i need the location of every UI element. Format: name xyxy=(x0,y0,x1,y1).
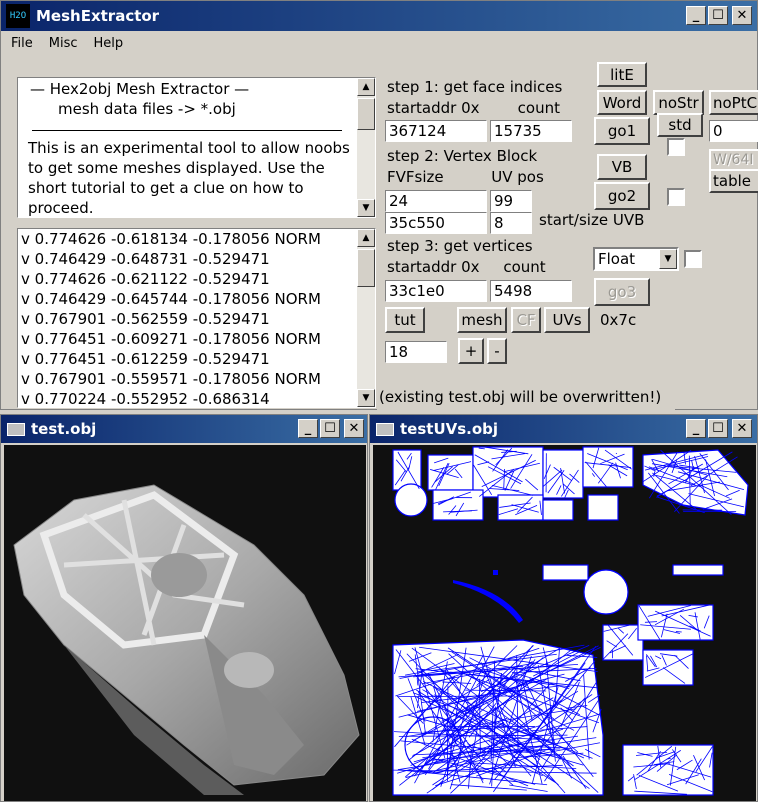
scroll-down-icon[interactable]: ▼ xyxy=(357,199,375,217)
std-value-input[interactable]: 0 xyxy=(709,120,758,142)
car-body-mesh xyxy=(13,484,360,795)
vertex-startaddr-input[interactable]: 33c1e0 xyxy=(385,280,487,302)
maximize-button[interactable]: ☐ xyxy=(320,419,340,438)
tut-button[interactable]: tut xyxy=(385,307,425,333)
list-item: v 0.746429 -0.648731 -0.529471 xyxy=(21,250,270,268)
menu-help[interactable]: Help xyxy=(94,36,124,51)
scroll-thumb[interactable] xyxy=(357,249,375,287)
go2-button[interactable]: go2 xyxy=(594,182,650,210)
vertex-count-input[interactable]: 5498 xyxy=(490,280,572,302)
w64-button[interactable]: W/64I xyxy=(709,149,758,171)
cf-button[interactable]: CF xyxy=(511,307,541,333)
menu-file[interactable]: File xyxy=(11,36,33,51)
nostr-button[interactable]: noStr xyxy=(653,90,704,115)
step3-title: step 3: get vertices xyxy=(385,237,588,259)
minimize-button[interactable]: _ xyxy=(298,419,318,438)
test-obj-window: test.obj _ ☐ ✕ xyxy=(0,414,368,802)
scroll-up-icon[interactable]: ▲ xyxy=(357,229,375,247)
window-title: MeshExtractor xyxy=(36,7,160,25)
scroll-thumb[interactable] xyxy=(357,98,375,130)
list-item: v 0.774626 -0.618134 -0.178056 NORM xyxy=(21,230,321,248)
uvb-label: start/size UVB xyxy=(537,211,655,233)
face-startaddr-input[interactable]: 367124 xyxy=(385,120,487,142)
std-checkbox[interactable] xyxy=(667,138,685,156)
main-window: H2O MeshExtractor _ ☐ ✕ File Misc Help —… xyxy=(0,0,758,410)
info-body: This is an experimental tool to allow no… xyxy=(28,139,350,217)
vb-button[interactable]: VB xyxy=(597,154,647,180)
list-item: v 0.767901 -0.562559 -0.529471 xyxy=(21,310,270,328)
vertex-lines: v 0.774626 -0.618134 -0.178056 NORM v 0.… xyxy=(21,230,321,408)
vertex-block-addr-input[interactable]: 35c550 xyxy=(385,212,487,234)
minimize-button[interactable]: _ xyxy=(686,419,706,438)
vertex-list[interactable]: v 0.774626 -0.618134 -0.178056 NORM v 0.… xyxy=(17,228,376,408)
chevron-down-icon[interactable]: ▼ xyxy=(659,249,677,269)
main-titlebar[interactable]: H2O MeshExtractor xyxy=(1,1,757,31)
uv-edge xyxy=(615,452,618,455)
uvs-button[interactable]: UVs xyxy=(544,307,590,333)
go1-button[interactable]: go1 xyxy=(594,117,650,145)
word-button[interactable]: Word xyxy=(597,90,647,115)
step2-subtitle: FVFsize UV pos xyxy=(385,168,588,190)
uv-wireframe xyxy=(392,446,749,796)
info-header-2: mesh data files -> *.obj xyxy=(58,100,236,118)
uvb-size-input[interactable]: 8 xyxy=(490,212,532,234)
info-header-1: — Hex2obj Mesh Extractor — xyxy=(30,80,250,98)
uv-map-viewport[interactable] xyxy=(373,445,756,801)
list-item: v 0.770224 -0.552952 -0.686314 xyxy=(21,390,270,408)
overwrite-warning: (existing test.obj will be overwritten!) xyxy=(377,388,675,410)
step1-subtitle: startaddr 0x count xyxy=(385,99,588,121)
close-button[interactable]: ✕ xyxy=(732,419,752,438)
list-item: v 0.746429 -0.645744 -0.178056 NORM xyxy=(21,290,321,308)
test-uvs-title: testUVs.obj xyxy=(400,420,499,438)
mesh-button[interactable]: mesh xyxy=(457,307,507,333)
face-count-input[interactable]: 15735 xyxy=(490,120,572,142)
list-item: v 0.776451 -0.612259 -0.529471 xyxy=(21,350,270,368)
step2-title: step 2: Vertex Block xyxy=(385,147,588,169)
format-select-value: Float xyxy=(598,250,636,268)
vertex-scrollbar[interactable]: ▲ ▼ xyxy=(357,229,375,407)
scroll-up-icon[interactable]: ▲ xyxy=(357,78,375,96)
maximize-button[interactable]: ☐ xyxy=(708,6,728,25)
go2-checkbox[interactable] xyxy=(667,188,685,206)
std-button[interactable]: std xyxy=(657,113,703,137)
list-item: v 0.767901 -0.559571 -0.178056 NORM xyxy=(21,370,321,388)
uv-edge xyxy=(447,685,449,782)
list-item: v 0.776451 -0.609271 -0.178056 NORM xyxy=(21,330,321,348)
test-obj-title: test.obj xyxy=(31,420,97,438)
info-scrollbar[interactable]: ▲ ▼ xyxy=(357,78,375,217)
plus-button[interactable]: + xyxy=(458,338,484,364)
format-select[interactable]: Float ▼ xyxy=(593,247,679,271)
menu-misc[interactable]: Misc xyxy=(49,36,78,51)
maximize-button[interactable]: ☐ xyxy=(708,419,728,438)
window-icon xyxy=(376,422,394,436)
mesh-3d-viewport[interactable] xyxy=(4,445,366,801)
list-item: v 0.774626 -0.621122 -0.529471 xyxy=(21,270,270,288)
table-button[interactable]: table xyxy=(709,169,758,193)
hex-value-label: 0x7c xyxy=(597,309,643,333)
scroll-down-icon[interactable]: ▼ xyxy=(357,389,375,407)
minimize-button[interactable]: _ xyxy=(686,6,706,25)
lite-button[interactable]: litE xyxy=(597,62,647,87)
fvf-size-input[interactable]: 24 xyxy=(385,190,487,212)
minus-button[interactable]: - xyxy=(487,338,507,364)
info-panel[interactable]: — Hex2obj Mesh Extractor — mesh data fil… xyxy=(17,77,376,218)
window-icon xyxy=(7,422,25,436)
close-button[interactable]: ✕ xyxy=(732,6,752,25)
app-icon: H2O xyxy=(6,4,30,28)
info-divider xyxy=(32,130,342,131)
format-checkbox[interactable] xyxy=(684,250,702,268)
go3-button[interactable]: go3 xyxy=(594,278,650,306)
step3-subtitle: startaddr 0x count xyxy=(385,258,588,280)
menubar: File Misc Help xyxy=(1,31,757,55)
step1-title: step 1: get face indices xyxy=(385,78,588,100)
step-number-input[interactable]: 18 xyxy=(385,341,447,363)
test-uvs-window: testUVs.obj _ ☐ ✕ xyxy=(369,414,758,802)
noptc-button[interactable]: noPtC xyxy=(709,90,758,115)
uv-pos-input[interactable]: 99 xyxy=(490,190,532,212)
close-button[interactable]: ✕ xyxy=(344,419,364,438)
